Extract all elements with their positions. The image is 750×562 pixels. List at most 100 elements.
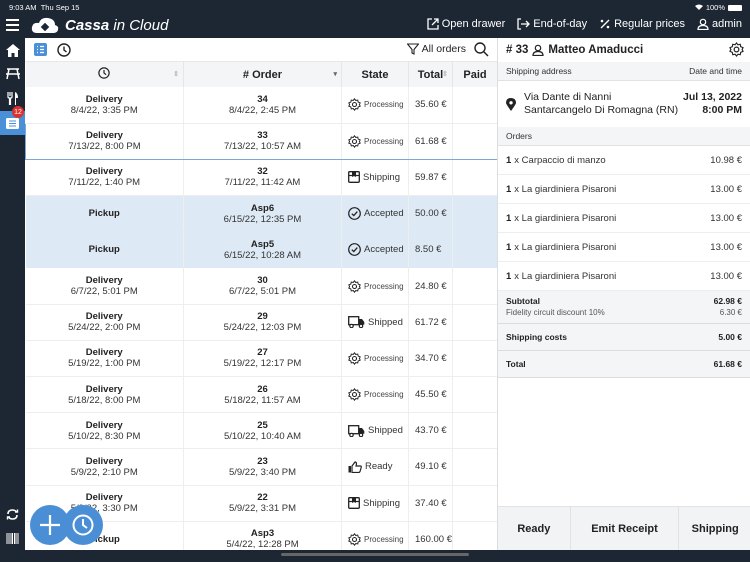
open-drawer-button[interactable]: Open drawer (427, 18, 505, 30)
scheduled-time: 7/11/22, 1:40 PM (68, 177, 141, 189)
sort-icon: ⇕ (173, 71, 179, 78)
sort-desc-icon: ▾ (333, 71, 337, 78)
table-row[interactable]: Delivery 5/18/22, 8:00 PM 26 5/18/22, 11:57… (25, 376, 497, 414)
column-state[interactable]: State (341, 62, 409, 87)
filter-label: All orders (421, 43, 466, 55)
order-type-cell: Delivery 5/10/22, 8:30 PM (25, 412, 184, 450)
item-qty: 1 (506, 154, 512, 166)
box-icon (348, 171, 360, 184)
column-order[interactable]: # Order ▾ (183, 62, 342, 87)
table-row[interactable]: Pickup Asp6 6/15/22, 12:35 PM Accepted 50.00… (25, 195, 497, 233)
orders-list-icon (6, 117, 19, 129)
order-item[interactable]: 1x La giardiniera Pisaroni 13.00 € (498, 233, 750, 262)
truck-icon (348, 424, 365, 437)
sidebar-item-tables[interactable] (0, 62, 25, 86)
order-number: 34 (257, 93, 268, 105)
order-item[interactable]: 1x La giardiniera Pisaroni 13.00 € (498, 262, 750, 291)
order-created: 6/15/22, 12:35 PM (223, 213, 302, 225)
menu-icon[interactable] (6, 19, 19, 31)
state-cell: Processing (341, 87, 409, 124)
order-state: Processing (364, 281, 404, 291)
delivery-time: 8:00 PM (702, 104, 742, 116)
regular-prices-button[interactable]: Regular prices (599, 18, 685, 30)
end-of-day-button[interactable]: End-of-day (517, 18, 587, 30)
truck-icon (348, 316, 365, 329)
emit-receipt-button[interactable]: Emit Receipt (571, 507, 680, 550)
table-row[interactable]: Delivery 7/13/22, 8:00 PM 33 7/13/22, 10:57… (25, 122, 497, 160)
order-item[interactable]: 1x La giardiniera Pisaroni 13.00 € (498, 175, 750, 204)
order-settings-button[interactable] (729, 42, 744, 60)
order-created: 8/4/22, 2:45 PM (228, 104, 297, 116)
order-type: Delivery (86, 130, 123, 142)
scheduled-time: 5/18/22, 8:00 PM (68, 394, 141, 406)
order-created: 7/11/22, 11:42 AM (224, 177, 301, 189)
orders-heading: Orders (506, 131, 532, 141)
item-qty: 1 (506, 212, 512, 224)
order-type: Delivery (85, 492, 123, 504)
shipping-costs-value: 5.00 € (718, 332, 742, 342)
ready-button[interactable]: Ready (498, 507, 571, 550)
order-created: 7/13/22, 10:57 AM (223, 141, 302, 153)
admin-button[interactable]: admin (697, 18, 742, 30)
barcode-icon (6, 532, 19, 544)
column-paid-label: Paid (463, 68, 487, 81)
list-view-button[interactable] (34, 43, 47, 61)
table-row[interactable]: Delivery 5/9/22, 2:10 PM 23 5/9/22, 3:40 PM… (25, 448, 497, 486)
shipping-button[interactable]: Shipping (679, 507, 750, 550)
item-name: x Carpaccio di manzo (514, 154, 606, 166)
status-right: 100% (694, 3, 742, 12)
table-row[interactable]: Delivery 5/19/22, 1:00 PM 27 5/19/22, 12:17… (25, 340, 497, 378)
table-row[interactable]: Delivery 6/7/22, 5:01 PM 30 6/7/22, 5:01 PM… (25, 267, 497, 305)
table-row[interactable]: Pickup Asp5 6/15/22, 10:28 AM Accepted 8.50 … (25, 231, 497, 269)
order-number-cell: 30 6/7/22, 5:01 PM (183, 267, 342, 305)
order-item[interactable]: 1x La giardiniera Pisaroni 13.00 € (498, 204, 750, 233)
order-number: 27 (257, 347, 268, 359)
order-created: 5/10/22, 10:40 AM (223, 430, 302, 442)
app-title: Cassa in Cloud (65, 16, 169, 34)
order-total: 34.70 € (408, 340, 453, 378)
order-state: Shipping (363, 171, 400, 183)
order-number-cell: Asp6 6/15/22, 12:35 PM (183, 195, 342, 233)
gear-icon (348, 532, 361, 546)
state-cell: Shipping (341, 159, 409, 197)
item-price: 13.00 € (710, 270, 742, 282)
order-paid (452, 122, 497, 160)
timeline-view-button[interactable] (57, 43, 71, 62)
order-total: 61.68 € (408, 122, 453, 160)
scheduled-time: 8/4/22, 3:35 PM (70, 104, 138, 116)
order-number-cell: Asp3 5/4/22, 12:28 PM (183, 521, 342, 550)
state-cell: Processing (341, 340, 409, 378)
column-paid[interactable]: Paid (452, 62, 497, 87)
order-item[interactable]: 1x Carpaccio di manzo 10.98 € (498, 146, 750, 175)
sidebar-item-barcode[interactable] (0, 526, 25, 550)
sidebar-item-orders[interactable]: 12 (0, 106, 25, 135)
sidebar-item-home[interactable] (0, 38, 25, 62)
order-paid (452, 304, 497, 341)
status-bar: 9:03 AM Thu Sep 15 100% (0, 0, 750, 14)
order-paid (452, 485, 497, 522)
filter-button[interactable]: All orders (406, 43, 466, 55)
table-row[interactable]: Delivery 5/24/22, 2:00 PM 29 5/24/22, 12:03… (25, 304, 497, 341)
customer-name[interactable]: Matteo Amaducci (548, 44, 643, 56)
subtotal-section: Subtotal 62.98 € Fidelity circuit discoun… (498, 291, 750, 324)
orders-list-panel: All orders ⇕ # Order ▾ State Total ⇕ Paid … (25, 38, 497, 550)
search-button[interactable] (474, 42, 489, 62)
table-row[interactable]: Delivery 5/10/22, 8:30 PM 25 5/10/22, 10:40… (25, 412, 497, 450)
gear-icon (729, 42, 744, 57)
order-created: 5/18/22, 11:57 AM (224, 394, 301, 406)
order-type-cell: Delivery 5/9/22, 2:10 PM (25, 448, 184, 486)
column-total[interactable]: Total ⇕ (408, 62, 453, 87)
state-cell: Processing (341, 267, 409, 305)
order-total: 160.00 € (408, 521, 453, 550)
table-row[interactable]: Delivery 8/4/22, 3:35 PM 34 8/4/22, 2:45 PM… (25, 87, 497, 124)
order-created: 6/15/22, 10:28 AM (223, 249, 302, 261)
floating-actions (30, 505, 103, 545)
table-row[interactable]: Delivery 7/11/22, 1:40 PM 32 7/11/22, 11:42… (25, 159, 497, 197)
column-time[interactable]: ⇕ (25, 62, 184, 87)
item-qty: 1 (506, 241, 512, 253)
sidebar-item-sync[interactable] (0, 502, 25, 526)
order-number: 26 (257, 383, 268, 395)
order-type: Delivery (85, 311, 123, 323)
order-paid (452, 521, 497, 550)
order-type-cell: Delivery 5/24/22, 2:00 PM (25, 304, 184, 341)
